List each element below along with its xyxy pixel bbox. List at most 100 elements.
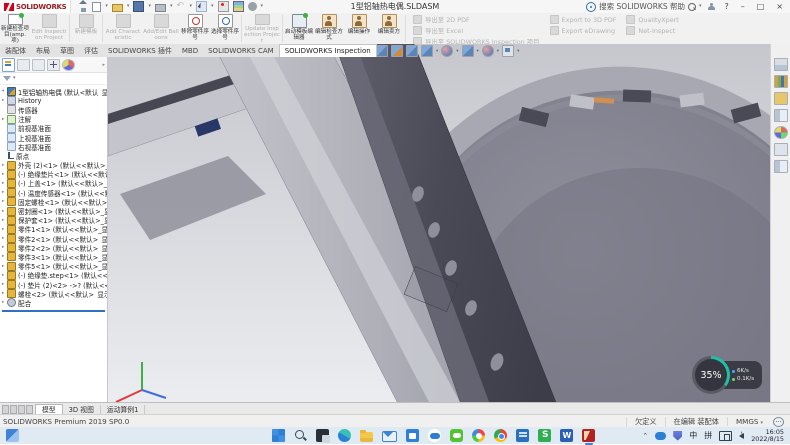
- remove-balloons-button[interactable]: 移除零件序号: [180, 13, 210, 44]
- feature-tree-tab-icon[interactable]: [2, 58, 15, 72]
- ime-layout[interactable]: 拼: [704, 430, 712, 441]
- tree-item-component[interactable]: ▸零件1<1> (默认<<默认>_显示状态: [0, 225, 107, 234]
- tab-layout[interactable]: 布局: [31, 45, 55, 57]
- volume-icon[interactable]: [739, 433, 744, 439]
- tree-item-history[interactable]: ▸History: [0, 96, 107, 105]
- tree-item-component[interactable]: ▸固定螺栓<1> (默认<<默认>_显示: [0, 197, 107, 206]
- home-icon[interactable]: [79, 0, 88, 13]
- file-properties-icon[interactable]: [233, 1, 244, 12]
- custom-properties-icon[interactable]: [774, 143, 788, 156]
- open-icon[interactable]: [112, 4, 123, 12]
- tree-item-component[interactable]: ▸(-) 温度传感器<1> (默认<<默认>_: [0, 188, 107, 197]
- view-orientation-icon[interactable]: [421, 45, 433, 57]
- tab-evaluate[interactable]: 评估: [79, 45, 103, 57]
- rebuild-icon[interactable]: [218, 1, 229, 12]
- chrome-icon[interactable]: [494, 429, 507, 442]
- task-view-icon[interactable]: [316, 429, 329, 442]
- onedrive-app-icon[interactable]: [428, 429, 441, 442]
- help-search-box[interactable]: 搜索 SOLIDWORKS 帮助 ▾: [586, 1, 701, 12]
- green-s-app-icon[interactable]: [538, 429, 551, 442]
- previous-view-icon[interactable]: [376, 45, 388, 57]
- section-view-icon[interactable]: [391, 45, 403, 57]
- graphics-area[interactable]: ▾ ▾ ▾ ▾ ▾ 6K/s 0.1K/s 35%: [108, 44, 770, 414]
- tree-item-component[interactable]: ▸(-) 垫片 (2)<2> ->? (默认<<默认>: [0, 280, 107, 289]
- restore-button[interactable]: □: [754, 1, 768, 13]
- tab-overflow-icon[interactable]: ▸: [102, 62, 105, 68]
- start-button-icon[interactable]: [272, 429, 285, 442]
- view-palette-icon[interactable]: [774, 109, 788, 122]
- tree-item-mates[interactable]: ▸配合: [0, 298, 107, 307]
- tree-filter-row[interactable]: ▾: [0, 73, 107, 85]
- wps-office-icon[interactable]: [560, 429, 573, 442]
- tree-item-component[interactable]: ▸保护套<1> (默认<<默认>_显示状: [0, 216, 107, 225]
- select-cursor-icon[interactable]: [196, 1, 207, 12]
- tray-overflow-icon[interactable]: ⌃: [642, 432, 648, 440]
- cast-device-icon[interactable]: [719, 431, 732, 441]
- tree-item-component[interactable]: ▸零件2<2> (默认<<默认>_显示状态: [0, 243, 107, 252]
- tree-item-component[interactable]: ▸零件3<1> (默认<<默认>_显示状态: [0, 252, 107, 261]
- mail-app-icon[interactable]: [382, 431, 397, 442]
- tree-item-sensors[interactable]: ▸传感器: [0, 105, 107, 114]
- display-manager-tab-icon[interactable]: [62, 59, 75, 71]
- select-balloons-button[interactable]: 选择零件序号: [210, 13, 240, 44]
- ime-mode[interactable]: 中: [689, 430, 697, 441]
- 3d-model-canvas[interactable]: [108, 44, 770, 414]
- dimxpert-manager-tab-icon[interactable]: [47, 59, 60, 71]
- tree-root[interactable]: ▾ 1型铝轴热电偶 (默认<默认_显示状态-1>): [0, 87, 107, 96]
- tree-item-top-plane[interactable]: ▸上视基准面: [0, 133, 107, 142]
- sw-forum-icon[interactable]: [774, 160, 788, 173]
- tree-item-component[interactable]: ▸(-) 上盖<1> (默认<<默认>_显示状: [0, 179, 107, 188]
- view-settings-icon[interactable]: [502, 45, 514, 57]
- property-manager-tab-icon[interactable]: [17, 59, 30, 71]
- minimize-button[interactable]: –: [738, 1, 748, 13]
- display-style-icon[interactable]: [441, 45, 453, 57]
- dynamic-annotation-icon[interactable]: [406, 45, 418, 57]
- edit-operations-button[interactable]: 编辑操作: [344, 13, 374, 44]
- edit-vendors-button[interactable]: 编辑卖方: [374, 13, 404, 44]
- 360-browser-icon[interactable]: [472, 429, 485, 442]
- appearances-scenes-icon[interactable]: [774, 126, 788, 139]
- comments-icon[interactable]: [773, 417, 784, 427]
- tree-item-component[interactable]: ▸(-) 绝缘垫.step<1> (默认<<默认>: [0, 271, 107, 280]
- edge-browser-icon[interactable]: [338, 429, 351, 442]
- options-gear-icon[interactable]: [248, 2, 257, 11]
- launch-template-editor-button[interactable]: 启动模板编辑器: [284, 13, 314, 44]
- widgets-icon[interactable]: [6, 429, 19, 442]
- file-explorer-icon[interactable]: [774, 92, 788, 105]
- edit-appearance-icon[interactable]: [482, 45, 494, 57]
- new-document-icon[interactable]: [92, 2, 101, 12]
- tree-item-component[interactable]: ▸密封圈<1> (默认<<默认>_显示状: [0, 206, 107, 215]
- tab-sw-cam[interactable]: SOLIDWORKS CAM: [203, 45, 279, 57]
- tree-item-component[interactable]: ▸零件2<1> (默认<<默认>_显示状态: [0, 234, 107, 243]
- tree-item-front-plane[interactable]: ▸前视基准面: [0, 124, 107, 133]
- tree-item-component[interactable]: ▸外壳 (2)<1> (默认<<默认>_显示状: [0, 161, 107, 170]
- new-inspection-project-button[interactable]: 新建检查项目(amp.项): [0, 13, 30, 44]
- close-button[interactable]: ×: [773, 1, 786, 13]
- solidworks-taskbar-icon[interactable]: [582, 429, 595, 442]
- hide-show-items-icon[interactable]: [462, 45, 474, 57]
- save-icon[interactable]: [133, 1, 144, 12]
- taskbar-search-icon[interactable]: [294, 429, 307, 442]
- microsoft-store-icon[interactable]: [406, 429, 419, 442]
- security-shield-icon[interactable]: [673, 431, 682, 441]
- wechat-icon[interactable]: [450, 429, 463, 442]
- login-user-icon[interactable]: [707, 3, 715, 11]
- tab-sketch[interactable]: 草图: [55, 45, 79, 57]
- print-icon[interactable]: [155, 4, 166, 12]
- tab-sw-addins[interactable]: SOLIDWORKS 插件: [103, 45, 177, 57]
- tree-item-origin[interactable]: ▸原点: [0, 151, 107, 160]
- notes-app-icon[interactable]: [516, 429, 529, 442]
- units-selector[interactable]: MMGS▾: [727, 417, 771, 426]
- tab-sw-inspection[interactable]: SOLIDWORKS Inspection: [279, 44, 377, 57]
- file-explorer-taskbar-icon[interactable]: [360, 432, 373, 442]
- tree-item-component[interactable]: ▸(-) 绝缘垫片<1> (默认<<默认>_显: [0, 170, 107, 179]
- tab-assembly[interactable]: 装配体: [0, 45, 31, 57]
- tree-item-right-plane[interactable]: ▸右视基准面: [0, 142, 107, 151]
- design-library-icon[interactable]: [774, 75, 788, 88]
- configuration-manager-tab-icon[interactable]: [32, 59, 45, 71]
- sw-resources-icon[interactable]: [774, 58, 788, 71]
- tree-item-annotations[interactable]: ▸注解: [0, 115, 107, 124]
- rollback-bar[interactable]: [2, 310, 105, 312]
- undo-icon[interactable]: ↶: [176, 2, 185, 11]
- edit-methods-button[interactable]: 编辑检查方式: [314, 13, 344, 44]
